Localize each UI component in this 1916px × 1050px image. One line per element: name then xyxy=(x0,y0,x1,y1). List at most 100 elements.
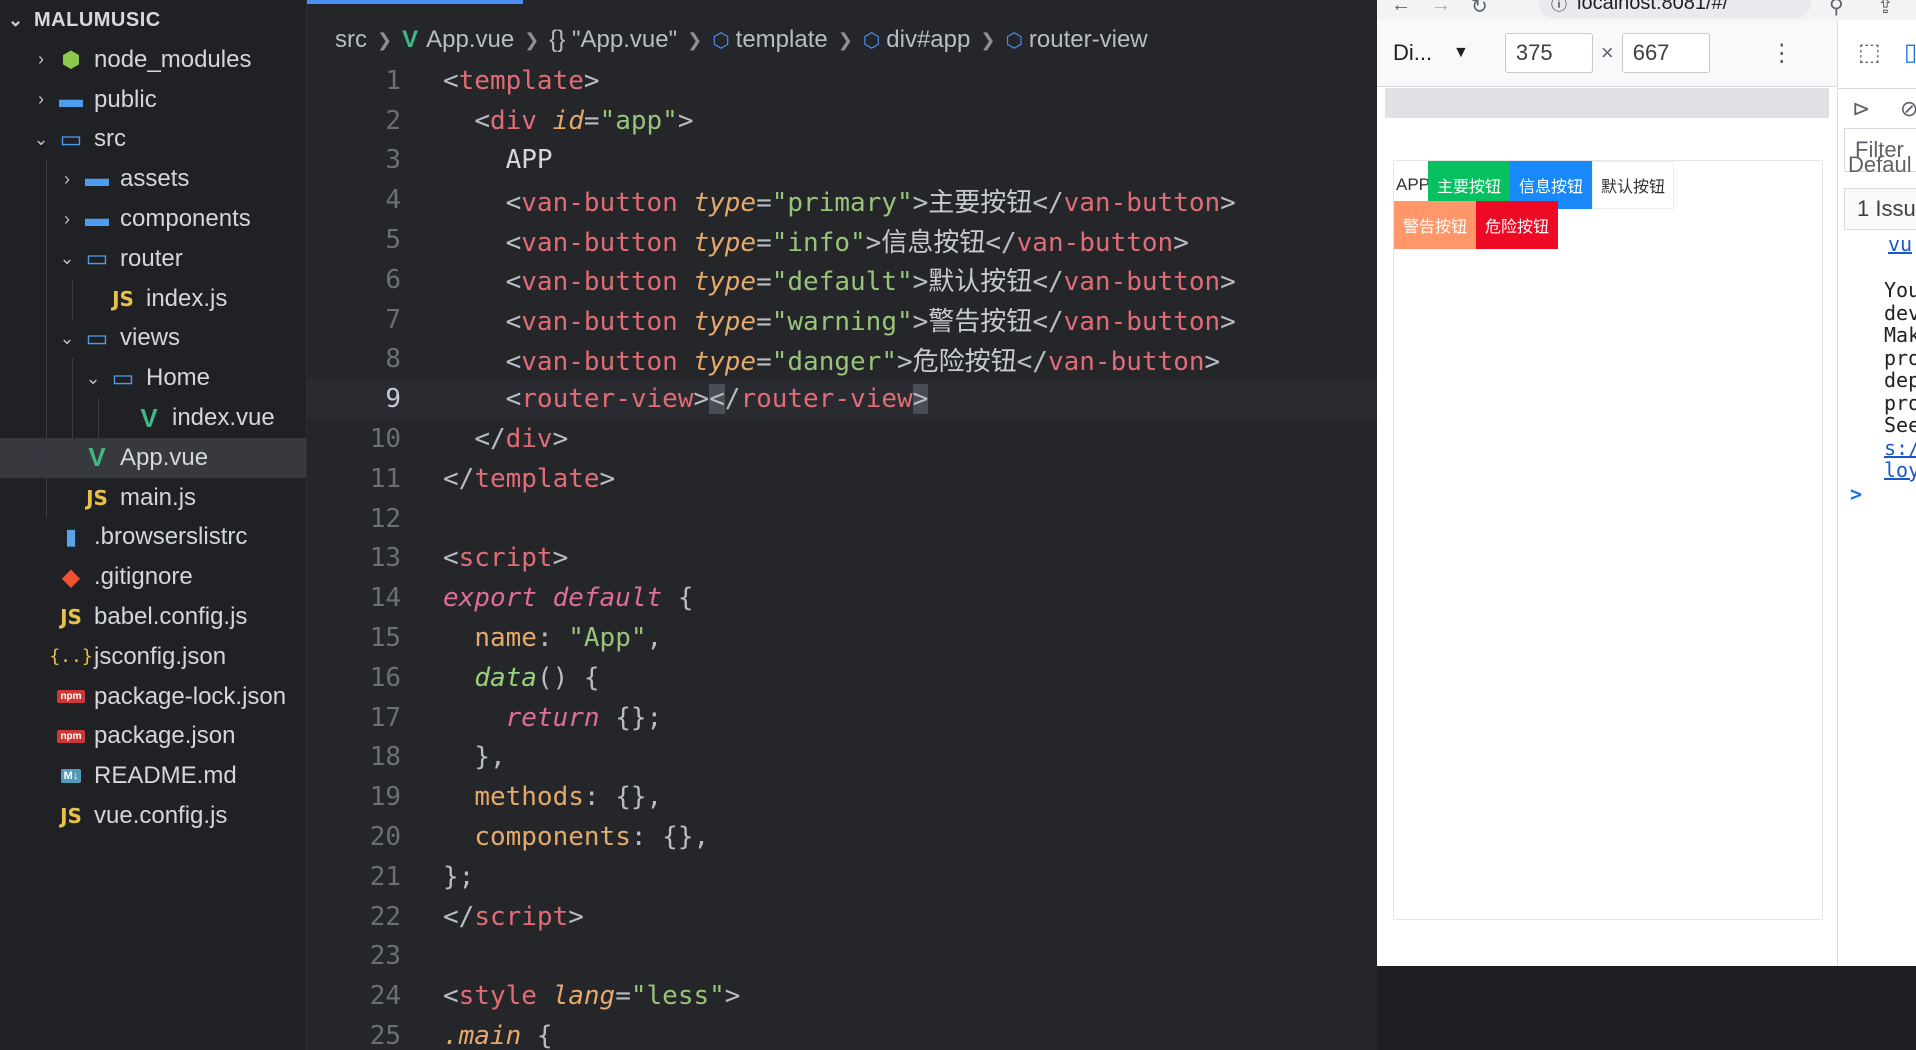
folder-icon: ▬ xyxy=(85,165,109,193)
code-token: </ xyxy=(443,901,475,932)
js-icon: JS xyxy=(60,804,82,829)
tree-item-index-js[interactable]: JS index.js xyxy=(0,278,306,319)
tree-item-app-vue[interactable]: V App.vue xyxy=(0,437,306,478)
code-line[interactable]: 4 <van-button type="primary">主要按钮</van-b… xyxy=(307,180,1377,220)
tree-item-browserslistrc[interactable]: ▮ .browserslistrc xyxy=(0,518,306,558)
back-icon[interactable]: ← xyxy=(1391,0,1411,17)
issues-button[interactable]: 1 Issu xyxy=(1844,188,1916,230)
danger-button[interactable]: 危险按钮 xyxy=(1476,201,1558,249)
code-line[interactable]: 12 xyxy=(307,499,1377,539)
code-token: > xyxy=(912,307,929,338)
indent-guide xyxy=(72,398,73,438)
breadcrumb-router[interactable]: router-view xyxy=(1029,26,1148,54)
project-header[interactable]: ⌄ MALUMUSIC xyxy=(0,0,306,40)
console-source-link[interactable]: vu xyxy=(1888,232,1912,256)
tree-item-router[interactable]: ⌄ ▭ router xyxy=(0,238,306,279)
tree-item-views[interactable]: ⌄ ▭ views xyxy=(0,318,306,359)
code-line[interactable]: 10 </div> xyxy=(307,419,1377,459)
tree-item-assets[interactable]: › ▬ assets xyxy=(0,159,306,200)
code-text: <van-button type="warning">警告按钮</van-but… xyxy=(443,301,1236,338)
code-line[interactable]: 2 <div id="app"> xyxy=(307,101,1377,141)
warning-button[interactable]: 警告按钮 xyxy=(1394,201,1476,249)
code-token: </ xyxy=(985,227,1017,258)
code-line[interactable]: 3 APP xyxy=(307,141,1377,181)
tree-item-vue-config-js[interactable]: JS vue.config.js xyxy=(0,796,306,836)
code-line[interactable]: 21}; xyxy=(307,857,1377,897)
code-token: = xyxy=(756,346,772,377)
caret-down-icon[interactable]: ▼ xyxy=(1453,44,1469,62)
code-line[interactable]: 17 return {}; xyxy=(307,698,1377,738)
code-token: router-view xyxy=(740,384,913,415)
code-token: > xyxy=(724,981,741,1012)
indent-guide xyxy=(98,398,99,438)
breadcrumb-template[interactable]: template xyxy=(736,26,828,54)
code-line[interactable]: 14 export default { xyxy=(307,578,1377,618)
code-token: APP xyxy=(443,145,553,176)
tree-item-public[interactable]: › ▬ public xyxy=(0,80,306,120)
breadcrumb-file[interactable]: App.vue xyxy=(426,26,514,54)
tree-item-babel-config-js[interactable]: JS babel.config.js xyxy=(0,597,306,637)
device-toggle-icon[interactable]: ▯ xyxy=(1904,38,1916,67)
code-line[interactable]: 18 }, xyxy=(307,738,1377,778)
console-link[interactable]: s:/ xyxy=(1884,436,1916,460)
code-line[interactable]: 22 </script> xyxy=(307,897,1377,937)
width-input[interactable]: 375 xyxy=(1504,33,1593,73)
code-line[interactable]: 1 <template> xyxy=(307,61,1377,101)
console-link[interactable]: loy xyxy=(1884,458,1916,482)
code-line[interactable]: 11 </template> xyxy=(307,459,1377,499)
code-token: van-button xyxy=(521,187,694,218)
device-select[interactable]: Di... xyxy=(1393,40,1453,66)
code-token: : xyxy=(536,623,569,654)
code-line[interactable]: 9 <router-view></router-view> xyxy=(307,379,1377,420)
address-bar[interactable]: ⓘ localhost:8081/#/ xyxy=(1539,0,1811,18)
code-line[interactable]: 13 <script> xyxy=(307,539,1377,579)
tree-item-node-modules[interactable]: › ⬢ node_modules xyxy=(0,40,306,80)
code-line[interactable]: 19 methods: {}, xyxy=(307,777,1377,817)
log-levels-select[interactable]: Defaul xyxy=(1848,152,1916,178)
default-button[interactable]: 默认按钮 xyxy=(1592,161,1674,209)
tree-item-gitignore[interactable]: ◆ .gitignore xyxy=(0,557,306,597)
code-token: / xyxy=(724,384,741,415)
breadcrumb-src[interactable]: src xyxy=(335,26,367,54)
code-line[interactable]: 23 xyxy=(307,937,1377,977)
media-query-bar[interactable] xyxy=(1385,88,1829,118)
breadcrumb-div[interactable]: div#app xyxy=(886,26,970,54)
code-token: 主要按钮 xyxy=(928,187,1033,218)
code-token: { xyxy=(536,1021,553,1050)
code-line[interactable]: 15 name: "App", xyxy=(307,618,1377,658)
tree-item-index-vue[interactable]: Vindex.vue xyxy=(0,398,306,438)
code-line[interactable]: 8 <van-button type="danger">危险按钮</van-bu… xyxy=(307,340,1377,380)
code-token: : {}, xyxy=(630,822,710,853)
forward-icon[interactable]: → xyxy=(1431,0,1451,17)
code-line[interactable]: 6 <van-button type="default">默认按钮</van-b… xyxy=(307,260,1377,300)
chevron-right-icon: › xyxy=(64,168,70,189)
tree-item-readme-md[interactable]: M↓ README.md xyxy=(0,756,306,796)
more-vert-icon[interactable]: ⋮ xyxy=(1770,39,1794,68)
code-area[interactable]: 1 <template> 2 <div id="app"> 3 APP 4 <van-b… xyxy=(307,61,1377,1050)
code-token: script xyxy=(458,543,553,574)
tree-item-main-js[interactable]: JS main.js xyxy=(0,477,306,518)
tree-item-label: Home xyxy=(146,364,211,392)
zoom-icon[interactable]: ⚲ xyxy=(1829,0,1844,19)
tree-item-jsconfig-json[interactable]: {..} jsconfig.json xyxy=(0,637,306,677)
code-line[interactable]: 7 <van-button type="warning">警告按钮</van-b… xyxy=(307,300,1377,340)
code-line[interactable]: 16 data() { xyxy=(307,658,1377,698)
height-input[interactable]: 667 xyxy=(1621,33,1710,73)
breadcrumb-block[interactable]: {} "App.vue" xyxy=(549,26,677,54)
code-line[interactable]: 24 <style lang="less"> xyxy=(307,976,1377,1016)
tree-item-home[interactable]: ⌄ ▭ Home xyxy=(0,358,306,399)
tree-item-package-json[interactable]: npm package.json xyxy=(0,717,306,757)
code-line[interactable]: 20 components: {}, xyxy=(307,817,1377,857)
tree-item-src[interactable]: ⌄ ▭ src xyxy=(0,120,306,160)
tree-item-components[interactable]: › ▬ components xyxy=(0,199,306,239)
code-line[interactable]: 5 <van-button type="info">信息按钮</van-butt… xyxy=(307,220,1377,260)
console-prompt-icon[interactable]: > xyxy=(1850,482,1862,506)
code-token: "danger" xyxy=(771,346,897,377)
share-icon[interactable]: ⇪ xyxy=(1877,0,1894,19)
code-line[interactable]: 25 .main { xyxy=(307,1016,1377,1050)
code-token: < xyxy=(505,307,522,338)
reload-icon[interactable]: ↻ xyxy=(1471,0,1488,19)
clear-console-icon[interactable]: ⊘ xyxy=(1900,96,1916,122)
code-token: return xyxy=(505,702,616,733)
tree-item-package-lock-json[interactable]: npm package-lock.json xyxy=(0,677,306,717)
